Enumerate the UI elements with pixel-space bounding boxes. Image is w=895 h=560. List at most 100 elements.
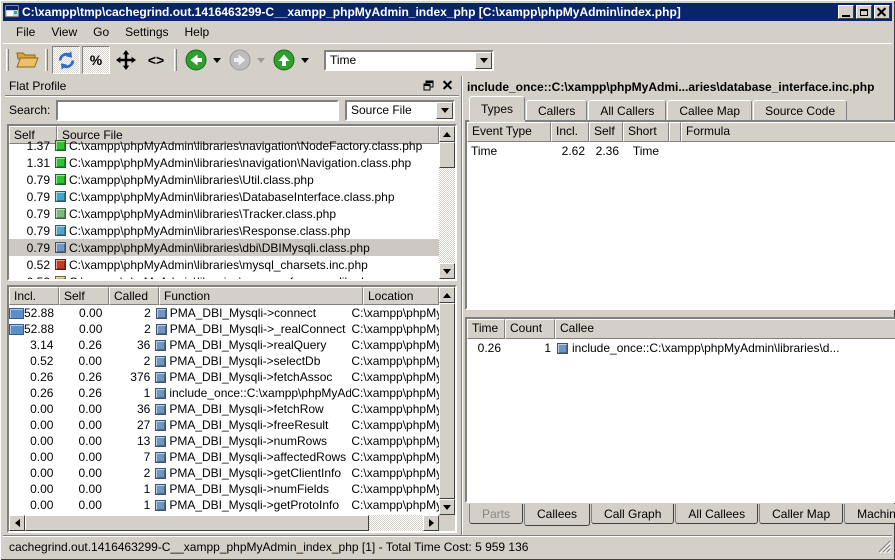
column-header-called[interactable]: Called <box>109 287 159 305</box>
title-bar[interactable]: C:\xampp\tmp\cachegrind.out.1416463299-C… <box>3 3 892 21</box>
tab-source-code[interactable]: Source Code <box>753 100 847 120</box>
tab-types[interactable]: Types <box>469 96 525 120</box>
tab-callers[interactable]: Callers <box>526 100 587 120</box>
column-header-callee[interactable]: Callee <box>555 319 895 339</box>
column-header-event-type[interactable]: Event Type <box>467 122 551 142</box>
function-row[interactable]: 0.000.002PMA_DBI_Mysqli->getClientInfoC:… <box>9 465 439 481</box>
cycle-detection-button[interactable] <box>52 46 80 74</box>
function-row[interactable]: 3.140.2636PMA_DBI_Mysqli->realQueryC:\xa… <box>9 337 439 353</box>
menu-go[interactable]: Go <box>86 23 116 41</box>
menu-file[interactable]: File <box>9 23 42 41</box>
dock-header[interactable]: Flat Profile <box>5 76 459 96</box>
toolbar-grip[interactable] <box>45 49 48 71</box>
column-header-count[interactable]: Count <box>505 319 555 339</box>
forward-button[interactable] <box>226 46 254 74</box>
column-header-self[interactable]: Self <box>59 287 109 305</box>
dock-close-button[interactable] <box>441 79 455 93</box>
time-cell: 0.26 <box>467 341 505 355</box>
tab-callee-map[interactable]: Callee Map <box>667 100 752 120</box>
toolbar-grip[interactable] <box>174 49 177 71</box>
self-cost-cell: 1.31 <box>9 156 53 170</box>
column-header-short[interactable]: Short <box>623 122 669 142</box>
column-header-formula[interactable]: Formula <box>681 122 895 142</box>
scroll-up-icon[interactable] <box>439 287 455 303</box>
forward-dropdown-icon[interactable] <box>257 58 265 63</box>
status-text: cachegrind.out.1416463299-C__xampp_phpMy… <box>9 540 528 554</box>
function-row[interactable]: 0.000.001PMA_DBI_Mysqli->getProtoInfoC:\… <box>9 497 439 513</box>
called-cell: 36 <box>106 338 154 352</box>
incl-cell: 2.62 <box>551 144 589 158</box>
event-type-select[interactable]: Time <box>324 50 494 71</box>
scrollbar-thumb[interactable] <box>439 142 455 168</box>
scrollbar-thumb[interactable] <box>25 515 369 531</box>
source-file-row[interactable]: 0.79C:\xampp\phpMyAdmin\libraries\Databa… <box>9 188 439 205</box>
source-file-row[interactable]: 0.52C:\xampp\phpMyAdmin\libraries\mysql_… <box>9 256 439 273</box>
source-file-row[interactable]: 0.79C:\xampp\phpMyAdmin\libraries\dbi\DB… <box>9 239 439 256</box>
dock-layout-button[interactable] <box>112 46 140 74</box>
source-file-row[interactable]: 0.79C:\xampp\phpMyAdmin\libraries\Respon… <box>9 222 439 239</box>
source-file-row[interactable]: 0.79C:\xampp\phpMyAdmin\libraries\Util.c… <box>9 171 439 188</box>
float-button[interactable] <box>421 79 435 93</box>
bottom-tab-machine[interactable]: Machine <box>844 504 895 524</box>
maximize-button[interactable] <box>856 5 872 19</box>
bottom-tab-call-graph[interactable]: Call Graph <box>591 504 674 524</box>
resize-grip[interactable] <box>878 540 891 556</box>
menu-view[interactable]: View <box>44 23 84 41</box>
menu-settings[interactable]: Settings <box>118 23 175 41</box>
chevron-down-icon[interactable] <box>436 102 453 119</box>
search-input[interactable] <box>56 100 339 121</box>
function-list-vscrollbar[interactable] <box>439 287 455 515</box>
back-button[interactable] <box>182 46 210 74</box>
function-row[interactable]: 0.260.26376PMA_DBI_Mysqli->fetchAssocC:\… <box>9 369 439 385</box>
up-dropdown-icon[interactable] <box>301 58 309 63</box>
function-row[interactable]: 0.000.0027PMA_DBI_Mysqli->freeResultC:\x… <box>9 417 439 433</box>
close-button[interactable] <box>874 5 890 19</box>
bottom-tab-parts[interactable]: Parts <box>469 504 523 524</box>
toolbar-grip[interactable] <box>6 49 9 71</box>
column-header-self[interactable]: Self <box>589 122 623 142</box>
source-file-row[interactable]: 1.37C:\xampp\phpMyAdmin\libraries\naviga… <box>9 137 439 154</box>
back-dropdown-icon[interactable] <box>213 58 221 63</box>
menu-help[interactable]: Help <box>178 23 217 41</box>
function-row[interactable]: 0.000.007PMA_DBI_Mysqli->affectedRowsC:\… <box>9 449 439 465</box>
callee-row[interactable]: 0.26 1 include_once::C:\xampp\phpMyAdmin… <box>467 339 895 357</box>
bottom-tab-all-callees[interactable]: All Callees <box>675 504 758 524</box>
function-row[interactable]: 0.520.002PMA_DBI_Mysqli->selectDbC:\xamp… <box>9 353 439 369</box>
scroll-left-icon[interactable] <box>9 515 25 531</box>
event-type-row[interactable]: Time 2.62 2.36 Time <box>467 142 895 159</box>
chevron-down-icon[interactable] <box>475 52 492 69</box>
column-header-function[interactable]: Function <box>159 287 363 305</box>
column-header-location[interactable]: Location <box>363 287 439 305</box>
function-name-cell: PMA_DBI_Mysqli->numRows <box>154 434 351 448</box>
source-file-row[interactable]: 0.52C:\xampp\phpMyAdmin\libraries\user_p… <box>9 273 439 280</box>
relative-percent-button[interactable]: % <box>82 46 110 74</box>
file-list-scrollbar[interactable] <box>439 126 455 279</box>
function-row[interactable]: 0.000.001PMA_DBI_Mysqli->numFieldsC:\xam… <box>9 481 439 497</box>
scroll-up-icon[interactable] <box>439 126 455 142</box>
source-file-row[interactable]: 0.79C:\xampp\phpMyAdmin\libraries\Tracke… <box>9 205 439 222</box>
column-header-time[interactable]: Time <box>467 319 505 339</box>
function-list-hscrollbar[interactable] <box>9 515 439 531</box>
incl-cell: 0.00 <box>9 482 57 496</box>
column-header-incl[interactable]: Incl. <box>551 122 589 142</box>
bottom-tab-callees[interactable]: Callees <box>524 504 590 526</box>
column-header-spacer[interactable] <box>669 122 681 142</box>
function-row[interactable]: 0.260.261include_once::C:\xampp\phpMyAd.… <box>9 385 439 401</box>
function-row[interactable]: 52.880.002PMA_DBI_Mysqli->_realConnectC:… <box>9 321 439 337</box>
open-file-button[interactable] <box>13 46 41 74</box>
scroll-down-icon[interactable] <box>439 263 455 279</box>
scroll-down-icon[interactable] <box>439 499 455 515</box>
bottom-tab-caller-map[interactable]: Caller Map <box>759 504 843 524</box>
tab-all-callers[interactable]: All Callers <box>588 100 666 120</box>
function-row[interactable]: 0.000.0036PMA_DBI_Mysqli->fetchRowC:\xam… <box>9 401 439 417</box>
scrollbar-thumb[interactable] <box>439 303 455 499</box>
function-row[interactable]: 52.880.002PMA_DBI_Mysqli->connectC:\xamp… <box>9 305 439 321</box>
column-header-incl[interactable]: Incl. <box>9 287 59 305</box>
source-file-row[interactable]: 1.31C:\xampp\phpMyAdmin\libraries\naviga… <box>9 154 439 171</box>
function-row[interactable]: 0.000.0013PMA_DBI_Mysqli->numRowsC:\xamp… <box>9 433 439 449</box>
scroll-right-icon[interactable] <box>423 515 439 531</box>
minimize-button[interactable] <box>838 5 854 19</box>
up-button[interactable] <box>270 46 298 74</box>
group-select[interactable]: Source File <box>345 100 455 121</box>
expand-depth-button[interactable]: <> <box>142 46 170 74</box>
